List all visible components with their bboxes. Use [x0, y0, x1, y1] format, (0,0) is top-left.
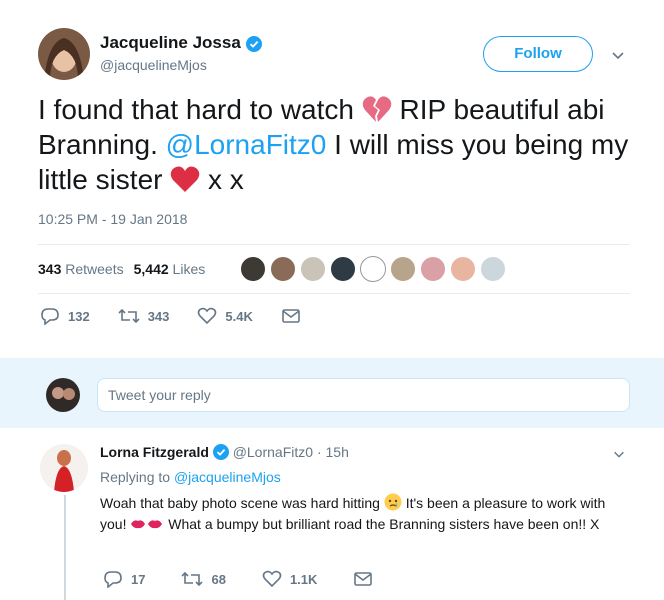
like-button[interactable]: 5.4K: [197, 307, 253, 325]
tweet-text-part: I found that hard to watch: [38, 94, 354, 125]
tweet-timestamp[interactable]: 10:25 PM - 19 Jan 2018: [38, 211, 187, 227]
reply-actions: 17 68 1.1K: [103, 570, 417, 588]
broken-heart-icon: [362, 95, 392, 123]
reply-icon: [41, 308, 59, 325]
separator: ·: [316, 444, 322, 460]
tweet-text: I found that hard to watch RIP beautiful…: [38, 92, 638, 197]
reply-text: Woah that baby photo scene was hard hitt…: [100, 493, 630, 535]
like-button[interactable]: 1.1K: [262, 570, 317, 588]
liker-avatar[interactable]: [360, 256, 386, 282]
liker-avatar[interactable]: [450, 256, 476, 282]
envelope-icon: [354, 572, 373, 586]
direct-message-button[interactable]: [353, 571, 381, 587]
like-count: 5.4K: [225, 308, 253, 324]
heart-icon: [262, 570, 282, 588]
reply-button[interactable]: 17: [103, 570, 145, 588]
likes-count[interactable]: 5,442: [134, 261, 169, 277]
retweet-icon: [181, 571, 204, 587]
retweets-count[interactable]: 343: [38, 261, 61, 277]
author-name[interactable]: Jacqueline Jossa: [100, 33, 262, 53]
crying-face-icon: [384, 493, 402, 511]
engagement-stats: 343 Retweets 5,442 Likes: [38, 254, 205, 284]
liker-avatar[interactable]: [390, 256, 416, 282]
reply-header: Lorna Fitzgerald @LornaFitz0 · 15h: [100, 444, 349, 460]
replying-handle-link[interactable]: @jacquelineMjos: [174, 469, 281, 485]
heart-icon: [198, 307, 217, 325]
chevron-down-icon[interactable]: [612, 447, 626, 461]
reply-author-name[interactable]: Lorna Fitzgerald: [100, 444, 209, 460]
reply-icon: [104, 571, 122, 588]
kiss-mark-icon: [130, 516, 164, 532]
liker-avatar[interactable]: [480, 256, 506, 282]
author-avatar[interactable]: [38, 28, 90, 80]
likes-label[interactable]: Likes: [173, 261, 206, 277]
reply-author-avatar[interactable]: [40, 444, 88, 492]
tweet-actions: 132 343 5.4K: [40, 307, 337, 325]
direct-message-button[interactable]: [281, 308, 309, 324]
envelope-icon: [282, 309, 300, 323]
likers-avatars: [240, 256, 510, 282]
divider: [38, 293, 630, 294]
replying-prefix: Replying to: [100, 469, 171, 485]
reply-text-part: What a bumpy but brilliant road the Bran…: [168, 516, 600, 532]
divider: [38, 244, 630, 245]
reply-text-part: Woah that baby photo scene was hard hitt…: [100, 495, 380, 511]
liker-avatar[interactable]: [330, 256, 356, 282]
verified-badge-icon: [212, 444, 229, 460]
reply-count: 17: [131, 571, 146, 587]
reply-author-handle[interactable]: @LornaFitz0: [233, 444, 313, 460]
thread-line: [64, 495, 66, 600]
retweet-icon: [118, 308, 140, 324]
liker-avatar[interactable]: [300, 256, 326, 282]
reply-button[interactable]: 132: [40, 307, 90, 325]
like-count: 1.1K: [289, 571, 318, 587]
retweet-count: 68: [211, 571, 226, 587]
mention-link[interactable]: @LornaFitz0: [166, 129, 327, 160]
red-heart-icon: [170, 165, 200, 193]
liker-avatar[interactable]: [270, 256, 296, 282]
author-name-text[interactable]: Jacqueline Jossa: [100, 33, 241, 52]
follow-button[interactable]: Follow: [483, 36, 593, 72]
retweet-button[interactable]: 343: [118, 307, 170, 325]
retweets-label[interactable]: Retweets: [65, 261, 123, 277]
chevron-down-icon[interactable]: [610, 47, 626, 63]
reply-input[interactable]: Tweet your reply: [97, 378, 630, 412]
verified-badge-icon: [245, 35, 262, 52]
author-handle[interactable]: @jacquelineMjos: [100, 57, 207, 73]
retweet-count: 343: [147, 308, 170, 324]
reply-count: 132: [68, 308, 90, 324]
user-avatar[interactable]: [46, 378, 80, 412]
retweet-button[interactable]: 68: [181, 570, 226, 588]
liker-avatar[interactable]: [240, 256, 266, 282]
reply-age[interactable]: 15h: [326, 444, 349, 460]
liker-avatar[interactable]: [420, 256, 446, 282]
replying-to: Replying to @jacquelineMjos: [100, 469, 281, 485]
tweet-text-part: x x: [208, 164, 244, 195]
